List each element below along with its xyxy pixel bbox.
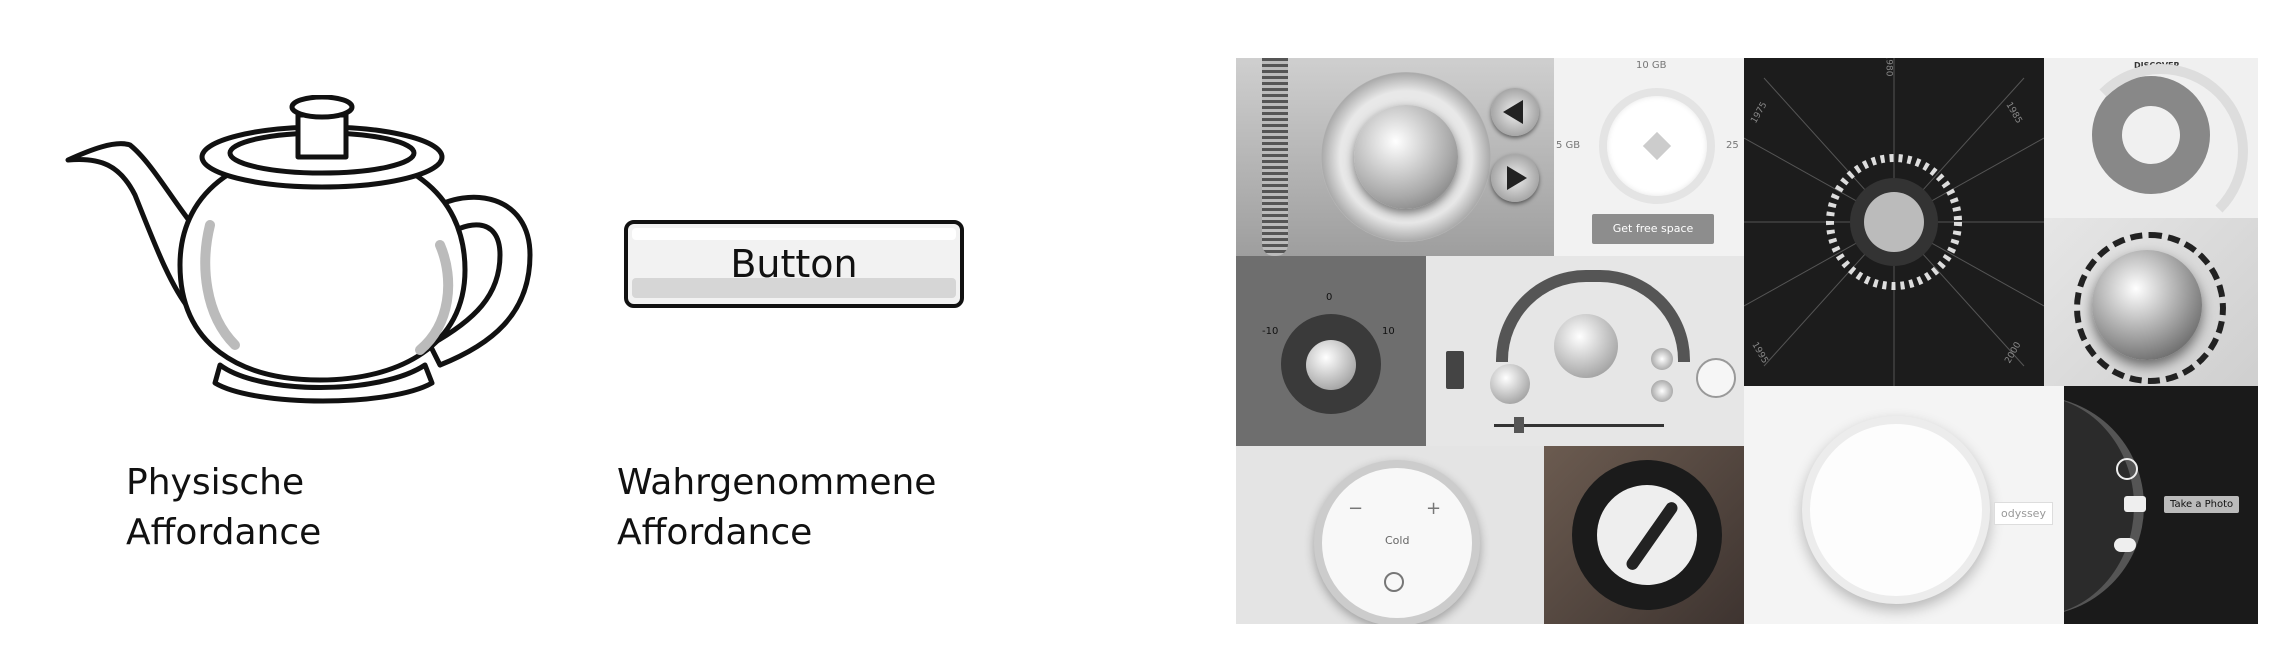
dial-tag: odyssey <box>1994 502 2053 525</box>
gauge-top-label: 0 <box>1326 292 1333 303</box>
gauge-right-label: 10 <box>1382 326 1395 337</box>
dial-collage: 10 GB 5 GB 25 Get free space 1975 1985 1… <box>1236 58 2258 624</box>
slider-handle[interactable] <box>1514 417 1524 433</box>
cloud-icon[interactable] <box>2114 538 2136 552</box>
radial-lines <box>1744 58 2044 386</box>
camera-icon[interactable] <box>2124 496 2146 512</box>
chrome-knob[interactable] <box>2092 250 2202 360</box>
thermostat-mode-label: Cold <box>1385 534 1410 547</box>
thermostat-tile: Cold − + <box>1236 446 1544 624</box>
thermostat-dial[interactable]: Cold − + <box>1314 460 1480 624</box>
storage-left-label: 5 GB <box>1556 140 1581 151</box>
dark-ring-knob-tile <box>2044 218 2258 386</box>
side-wheel[interactable] <box>1262 58 1288 256</box>
play-icon <box>1507 166 1527 190</box>
toggle-knob[interactable] <box>1696 358 1736 398</box>
storage-dial[interactable] <box>1599 88 1715 204</box>
audio-panel-tile <box>1426 256 1744 446</box>
camera-menu-tile: Take a Photo <box>2064 386 2258 624</box>
take-photo-tooltip: Take a Photo <box>2164 496 2240 513</box>
caption-line: Affordance <box>617 512 813 553</box>
mini-knob[interactable] <box>1651 348 1673 370</box>
caption-line: Affordance <box>126 512 322 553</box>
power-icon[interactable] <box>1384 572 1404 592</box>
thermostat-plus[interactable]: + <box>1426 498 1441 519</box>
oven-dial[interactable] <box>1572 460 1722 610</box>
thermostat-minus[interactable]: − <box>1348 498 1363 519</box>
white-dial-tile: odyssey <box>1744 386 2064 624</box>
teapot-sketch-icon <box>65 95 533 404</box>
mini-knob[interactable] <box>1651 380 1673 402</box>
toggle-switch[interactable] <box>1446 351 1464 389</box>
compass-icon[interactable] <box>2116 458 2138 480</box>
dropbox-icon <box>1642 131 1672 161</box>
year-label: 1980 <box>1883 58 1894 77</box>
brushed-metal-knob-tile <box>1236 58 1554 256</box>
rewind-icon <box>1503 100 1523 124</box>
main-knob[interactable] <box>1554 314 1618 378</box>
get-free-space-button[interactable]: Get free space <box>1592 214 1714 244</box>
volume-slider[interactable] <box>1494 417 1664 433</box>
sketch-button[interactable]: Button <box>622 218 966 310</box>
caption-line: Wahrgenommene <box>617 462 937 503</box>
radial-year-dial-tile: 1975 1985 1995 2000 1980 <box>1744 58 2044 386</box>
caption-line: Physische <box>126 462 305 503</box>
white-dial[interactable] <box>1802 416 1990 604</box>
small-knob[interactable] <box>1490 364 1530 404</box>
vintage-knob-tile: -10 0 10 <box>1236 256 1426 446</box>
discover-dial-tile: DISCOVER <box>2044 58 2258 218</box>
gauge-knob[interactable] <box>1306 340 1356 390</box>
metal-knob[interactable] <box>1354 105 1458 209</box>
gauge-left-label: -10 <box>1262 326 1279 337</box>
storage-top-label: 10 GB <box>1636 60 1667 71</box>
play-button[interactable] <box>1491 154 1539 202</box>
caption-perceived-affordance: Wahrgenommene Affordance <box>617 458 936 558</box>
discover-arc <box>2074 64 2248 218</box>
caption-physical-affordance: Physische Affordance <box>126 458 321 558</box>
rewind-button[interactable] <box>1491 88 1539 136</box>
storage-right-label: 25 <box>1726 140 1739 151</box>
oven-dial-tile <box>1544 446 1744 624</box>
storage-dial-tile: 10 GB 5 GB 25 Get free space <box>1554 58 1744 256</box>
button-label: Button <box>730 242 858 286</box>
